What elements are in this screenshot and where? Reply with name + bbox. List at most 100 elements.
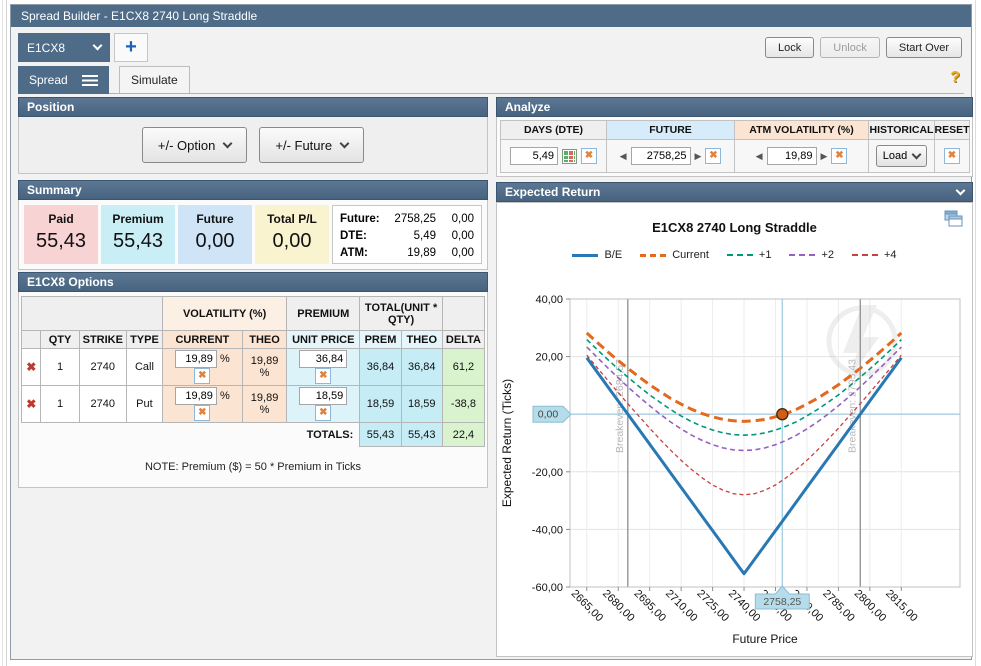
- window-title: Spread Builder - E1CX8 2740 Long Straddl…: [21, 9, 257, 23]
- reset-icon[interactable]: ✖: [944, 148, 960, 164]
- step-up-icon[interactable]: ▶: [821, 151, 828, 162]
- info-future-value: 2758,25: [388, 211, 436, 228]
- unit-price-input[interactable]: [299, 350, 347, 368]
- start-over-button[interactable]: Start Over: [886, 37, 962, 58]
- analyze-dte-cell: ✖: [500, 139, 607, 173]
- expected-return-plot: Breakeven: 2684,57Breakeven: 2795,4340,0…: [497, 267, 974, 658]
- percent-sign: %: [220, 353, 230, 365]
- current-vol-input[interactable]: [175, 387, 217, 405]
- col-header-strike: STRIKE: [79, 331, 126, 349]
- svg-text:Expected Return (Ticks): Expected Return (Ticks): [500, 379, 514, 507]
- svg-text:2680,00: 2680,00: [600, 588, 637, 625]
- page: Spread Builder - E1CX8 2740 Long Straddl…: [0, 0, 981, 666]
- unlock-button[interactable]: Unlock: [820, 37, 880, 58]
- percent-sign: %: [220, 390, 230, 402]
- analyze-header-dte: DAYS (DTE): [500, 120, 607, 140]
- step-down-icon[interactable]: ◀: [620, 151, 627, 162]
- atm-vol-input[interactable]: [767, 147, 817, 165]
- add-option-button[interactable]: +/- Option: [142, 127, 247, 163]
- options-table: VOLATILITY (%) PREMIUM TOTAL(UNIT * QTY)…: [21, 296, 485, 447]
- cell-type: Put: [126, 386, 162, 423]
- load-button-label: Load: [883, 150, 907, 162]
- clear-icon[interactable]: ✖: [315, 368, 331, 384]
- cell-delta: -38,8: [442, 386, 484, 423]
- cell-strike: 2740: [79, 349, 126, 386]
- col-header-type: TYPE: [126, 331, 162, 349]
- add-instrument-button[interactable]: +: [114, 33, 148, 62]
- col-header-qty: QTY: [41, 331, 79, 349]
- analyze-atm-cell: ◀ ▶ ✖: [734, 139, 869, 173]
- analyze-header-future: FUTURE: [606, 120, 735, 140]
- premium-note: NOTE: Premium ($) = 50 * Premium in Tick…: [21, 447, 485, 485]
- analyze-header-historical: HISTORICAL: [868, 120, 935, 140]
- step-down-icon[interactable]: ◀: [756, 151, 763, 162]
- info-atm-label: ATM:: [340, 245, 388, 262]
- toolbar-buttons: Lock Unlock Start Over: [765, 37, 962, 58]
- clear-icon[interactable]: ✖: [194, 368, 210, 384]
- summary-info-row: ATM: 19,89 0,00: [340, 245, 474, 262]
- add-option-label: +/- Option: [158, 138, 215, 153]
- menu-icon[interactable]: [82, 75, 98, 86]
- tab-simulate[interactable]: Simulate: [119, 66, 190, 93]
- summary-future-box: Future 0,00: [178, 205, 252, 264]
- cell-prem: 18,59: [360, 386, 401, 423]
- unit-price-input[interactable]: [299, 387, 347, 405]
- svg-text:2710,00: 2710,00: [663, 588, 700, 625]
- col-header-current: CURRENT: [162, 331, 242, 349]
- clear-icon[interactable]: ✖: [831, 148, 847, 164]
- option-row-call: ✖ 1 2740 Call % ✖ 19,89 % ✖: [22, 349, 485, 386]
- col-header-prem: PREM: [360, 331, 401, 349]
- svg-text:2695,00: 2695,00: [631, 588, 668, 625]
- load-button[interactable]: Load: [876, 145, 927, 167]
- group-header-total: TOTAL(UNIT * QTY): [360, 297, 443, 331]
- premium-value: 55,43: [101, 230, 175, 253]
- svg-text:Breakeven: 2684,57: Breakeven: 2684,57: [614, 359, 626, 453]
- position-panel-title: Position: [27, 98, 74, 116]
- legend-item-be: B/E: [572, 249, 622, 261]
- chevron-down-icon: [93, 41, 103, 51]
- info-future-label: Future:: [340, 211, 388, 228]
- clear-icon[interactable]: ✖: [315, 405, 331, 421]
- dte-input[interactable]: [510, 147, 558, 165]
- info-future-change: 0,00: [436, 211, 474, 228]
- svg-text:-40,00: -40,00: [532, 524, 563, 536]
- summary-panel-body: Paid 55,43 Premium 55,43 Future 0,00 Tot…: [18, 200, 488, 270]
- cell-theo: 18,59: [401, 386, 442, 423]
- svg-text:Future Price: Future Price: [732, 632, 798, 646]
- analyze-panel: Analyze DAYS (DTE) FUTURE ATM VOLATILITY…: [496, 97, 973, 177]
- delete-row-icon[interactable]: ✖: [26, 360, 36, 374]
- collapse-chevron-icon[interactable]: [956, 185, 966, 195]
- clear-icon[interactable]: ✖: [581, 148, 597, 164]
- tab-spread[interactable]: Spread: [18, 66, 109, 94]
- legend-item-current: Current: [640, 249, 709, 261]
- paid-label: Paid: [24, 212, 98, 226]
- clear-icon[interactable]: ✖: [705, 148, 721, 164]
- svg-text:2725,00: 2725,00: [694, 588, 731, 625]
- cell-qty: 1: [41, 349, 79, 386]
- step-up-icon[interactable]: ▶: [695, 151, 702, 162]
- lock-button[interactable]: Lock: [765, 37, 814, 58]
- clear-icon[interactable]: ✖: [194, 405, 210, 421]
- expected-return-title: Expected Return: [505, 183, 600, 201]
- instrument-tab[interactable]: E1CX8: [18, 33, 110, 62]
- tabstrip: Spread Simulate ?: [18, 65, 964, 94]
- position-panel-body: +/- Option +/- Future: [18, 117, 488, 174]
- options-panel: E1CX8 Options VOLATILITY (%) PREMIUM TOT…: [18, 272, 488, 488]
- premium-label: Premium: [101, 212, 175, 226]
- calendar-icon[interactable]: [562, 149, 577, 164]
- col-header-delete: [22, 331, 41, 349]
- delete-row-icon[interactable]: ✖: [26, 397, 36, 411]
- help-icon[interactable]: ?: [950, 69, 960, 87]
- future-price-input[interactable]: [631, 147, 691, 165]
- expected-return-header: Expected Return: [496, 182, 973, 202]
- info-dte-label: DTE:: [340, 228, 388, 245]
- cell-delta: 61,2: [442, 349, 484, 386]
- total-pl-label: Total P/L: [255, 212, 329, 226]
- add-future-button[interactable]: +/- Future: [259, 127, 364, 163]
- info-dte-change: 0,00: [436, 228, 474, 245]
- cell-type: Call: [126, 349, 162, 386]
- current-vol-input[interactable]: [175, 350, 217, 368]
- col-header-delta: DELTA: [442, 331, 484, 349]
- total-pl-value: 0,00: [255, 230, 329, 253]
- cell-theo-vol: 19,89 %: [242, 349, 287, 386]
